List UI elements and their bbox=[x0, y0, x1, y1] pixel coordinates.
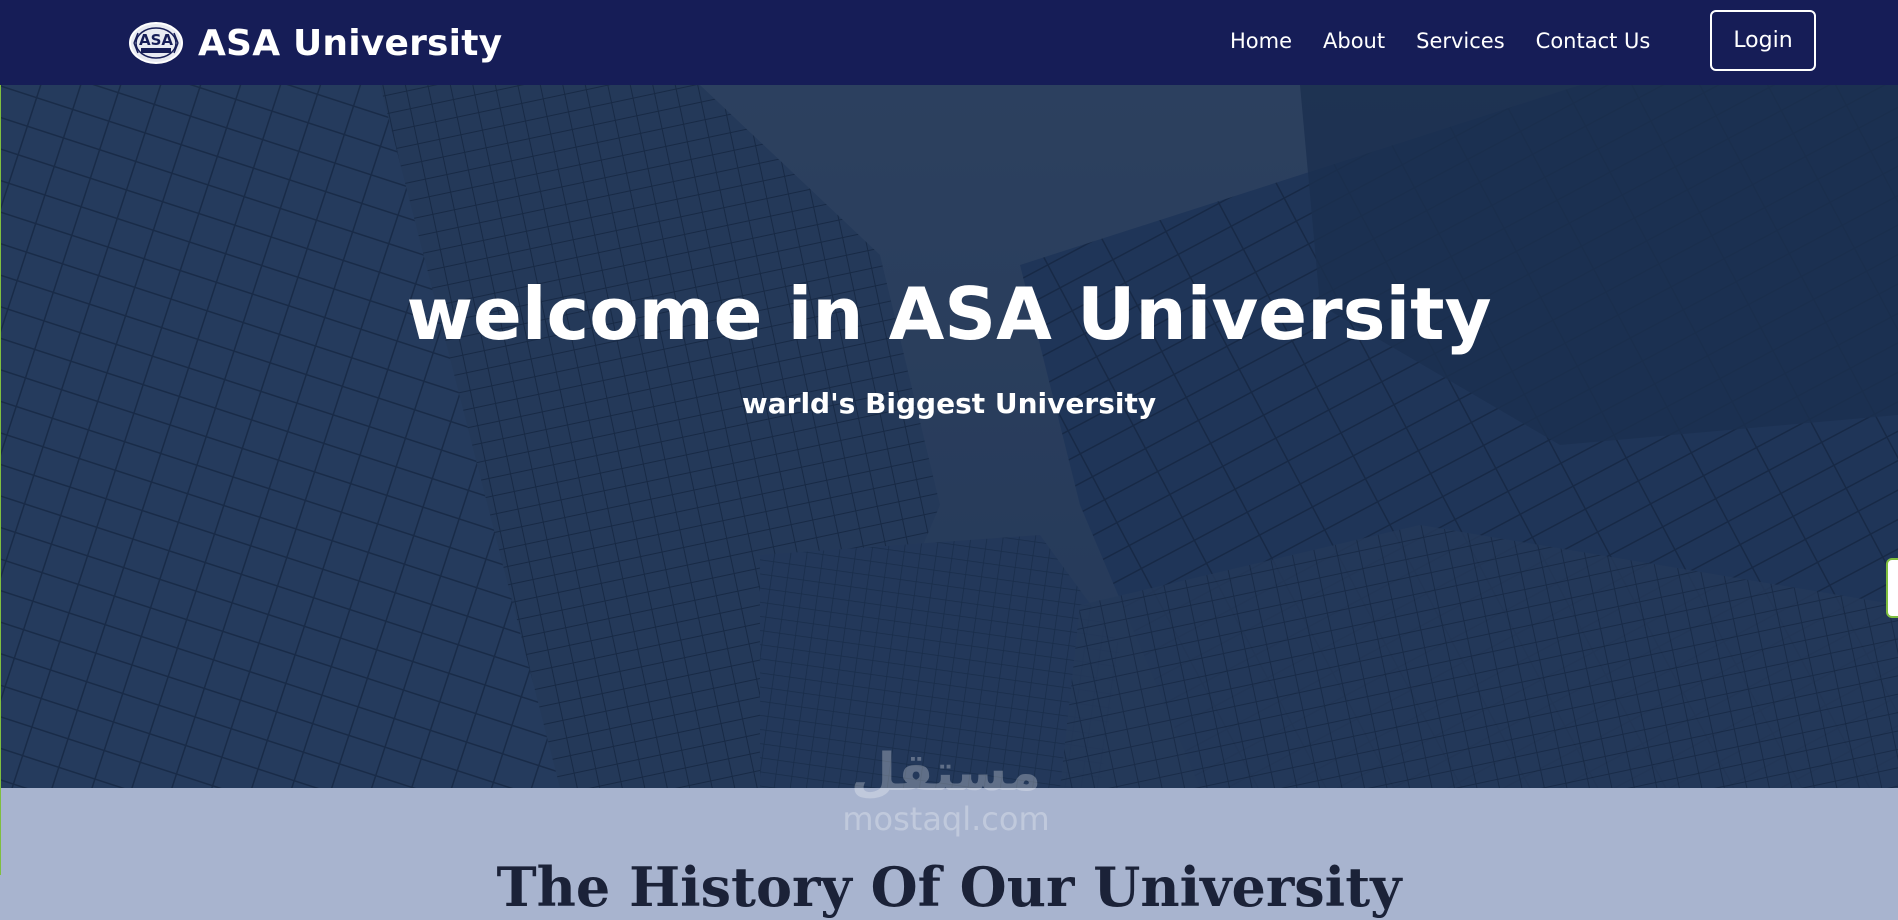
nav-link-about[interactable]: About bbox=[1323, 30, 1385, 55]
watermark-latin-text: mostaql.com bbox=[842, 800, 1050, 839]
page-edge-divider bbox=[0, 85, 1, 875]
side-chat-widget[interactable] bbox=[1886, 558, 1898, 618]
hero-subtitle: warld's Biggest University bbox=[741, 387, 1157, 420]
logo-text: ASA bbox=[139, 31, 173, 49]
brand-name: ASA University bbox=[198, 22, 503, 64]
nav-links: Home About Services Contact Us bbox=[1230, 0, 1681, 85]
watermark-arabic-text: مستقل bbox=[850, 743, 1042, 803]
hero-title: welcome in ASA University bbox=[406, 272, 1492, 356]
mostaql-watermark: مستقل mostaql.com bbox=[826, 743, 1066, 857]
asa-college-seal-icon: ASA bbox=[129, 22, 183, 64]
nav-link-home[interactable]: Home bbox=[1230, 30, 1292, 55]
hero-section: welcome in ASA University warld's Bigges… bbox=[0, 85, 1898, 788]
history-section-title: The History Of Our University bbox=[496, 855, 1402, 919]
nav-link-contact-us[interactable]: Contact Us bbox=[1536, 30, 1651, 55]
skyscrapers-background-image bbox=[0, 85, 1898, 788]
brand[interactable]: ASA ASA University bbox=[128, 14, 502, 72]
nav-link-services[interactable]: Services bbox=[1416, 30, 1505, 55]
navbar: ASA ASA University Home About Services C… bbox=[0, 0, 1898, 85]
login-button[interactable]: Login bbox=[1710, 10, 1816, 71]
